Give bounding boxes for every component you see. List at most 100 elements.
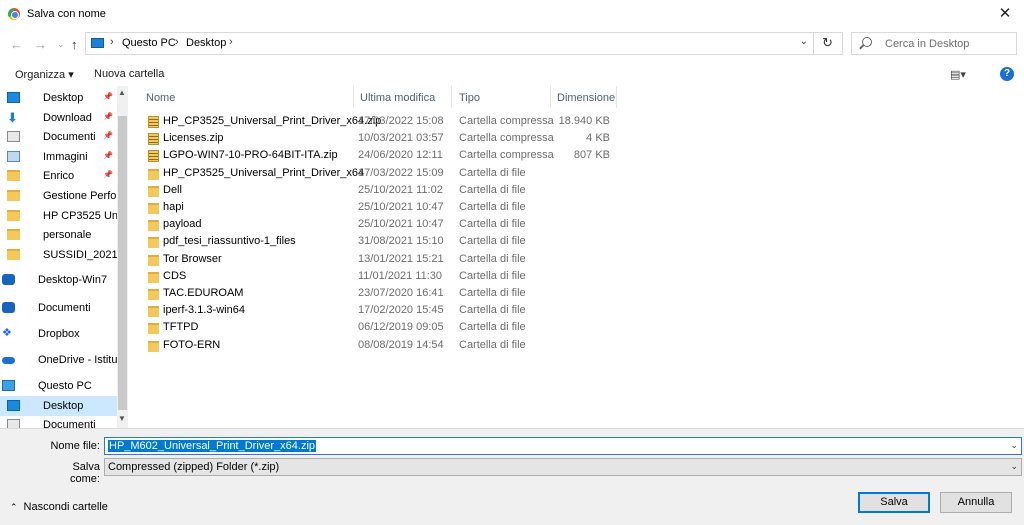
file-type: Cartella di file (459, 183, 526, 196)
file-modified: 10/03/2021 03:57 (358, 132, 444, 145)
file-modified: 23/07/2020 16:41 (358, 287, 444, 299)
file-name: Dell (163, 183, 182, 196)
sidebar-item[interactable]: Questo PC (0, 376, 117, 396)
sidebar-item-label: SUSSIDI_2021 (43, 249, 118, 261)
file-size: 18.940 KB (558, 115, 610, 127)
folder-icon (148, 185, 159, 197)
sidebar-item[interactable]: ❖ Dropbox (0, 324, 117, 344)
filename-label: Nome file: (50, 440, 100, 452)
file-row[interactable]: iperf-3.1.3-win64 17/02/2020 15:45 Cartell… (142, 302, 622, 319)
file-row[interactable]: LGPO-WIN7-10-PRO-64BIT-ITA.zip 24/06/2020… (142, 147, 622, 164)
desktop-icon (7, 400, 20, 411)
save-button[interactable]: Salva (858, 492, 930, 513)
file-row[interactable]: hapi 25/10/2021 10:47 Cartella di file (142, 199, 622, 216)
file-type: Cartella di file (459, 338, 526, 351)
zip-folder-icon (148, 116, 159, 128)
save-type-label: Salva come: (70, 461, 100, 485)
chevron-down-icon[interactable]: ⌄ (1010, 461, 1018, 472)
breadcrumb-separator-icon: › (110, 36, 114, 48)
folder-icon (7, 210, 20, 221)
file-row[interactable]: CDS 11/01/2021 11:30 Cartella di file (142, 268, 622, 285)
file-row[interactable]: Dell 25/10/2021 11:02 Cartella di file (142, 182, 622, 199)
sidebar-item[interactable]: Desktop (0, 396, 117, 416)
chevron-down-icon[interactable]: ⌄ (800, 36, 808, 47)
file-type: Cartella di file (459, 235, 526, 248)
file-row[interactable]: Licenses.zip 10/03/2021 03:57 Cartella com… (142, 130, 622, 147)
sidebar-item-label: personale (43, 229, 92, 241)
filename-input[interactable]: HP_M602_Universal_Print_Driver_x64.zip ⌄ (104, 437, 1022, 455)
folder-icon (148, 237, 159, 249)
sidebar-item[interactable]: Desktop-Win7 (0, 270, 117, 290)
help-icon[interactable]: ? (1000, 67, 1014, 81)
file-name: HP_CP3525_Universal_Print_Driver_x64 (163, 166, 365, 179)
chevron-down-icon[interactable]: ⌄ (1010, 440, 1018, 451)
file-name: FOTO-ERN (163, 338, 221, 351)
sidebar-item[interactable]: Enrico 📌 (0, 166, 117, 186)
scroll-up-icon[interactable]: ▲ (118, 88, 126, 97)
cloud-drive-icon (2, 274, 15, 285)
column-header-modified[interactable]: Ultima modifica (360, 86, 435, 108)
column-header-name[interactable]: Nome (146, 86, 175, 108)
sidebar-item-label: Questo PC (38, 380, 92, 392)
sidebar-item[interactable]: Gestione Perform (0, 186, 123, 206)
sidebar-scrollbar[interactable]: ▲ ▼ (117, 86, 128, 428)
file-row[interactable]: pdf_tesi_riassuntivo-1_files 31/08/2021 1… (142, 233, 622, 250)
sidebar-item[interactable]: OneDrive - Istituto (0, 350, 118, 370)
file-type: Cartella compressa (459, 132, 554, 145)
new-folder-button[interactable]: Nuova cartella (94, 68, 164, 80)
organize-button[interactable]: Organizza ▾ (15, 68, 74, 81)
up-button[interactable]: ↑ (71, 37, 78, 52)
cloud-drive-icon (2, 302, 15, 313)
breadcrumb-desktop[interactable]: Desktop (186, 37, 226, 49)
file-modified: 25/10/2021 10:47 (358, 218, 444, 231)
sidebar-item[interactable]: Documenti 📌 (0, 127, 117, 147)
sidebar-item[interactable]: ⬇ Download 📌 (0, 108, 117, 128)
file-name: TFTPD (163, 321, 199, 334)
sidebar-item[interactable]: Immagini 📌 (0, 147, 117, 167)
file-row[interactable]: TFTPD 06/12/2019 09:05 Cartella di file (142, 319, 622, 336)
search-input[interactable]: Cerca in Desktop (851, 32, 1017, 55)
hide-folders-button[interactable]: ⌃ Nascondi cartelle (10, 501, 108, 513)
file-row[interactable]: HP_CP3525_Universal_Print_Driver_x64.zip… (142, 113, 622, 130)
sidebar-item[interactable]: personale (0, 225, 117, 245)
this-pc-icon (91, 38, 104, 48)
column-header-size[interactable]: Dimensione (557, 86, 615, 108)
file-modified: 06/12/2019 09:05 (358, 321, 444, 334)
view-options-icon[interactable]: ▤▾ (950, 68, 966, 81)
file-row[interactable]: TAC.EDUROAM 23/07/2020 16:41 Cartella di f… (142, 285, 622, 302)
pin-icon: 📌 (103, 151, 113, 160)
back-button[interactable]: ← (10, 37, 23, 52)
forward-button[interactable]: → (34, 37, 47, 52)
file-name: Licenses.zip (163, 132, 224, 145)
filename-value: HP_M602_Universal_Print_Driver_x64.zip (108, 440, 317, 452)
this-pc-icon (2, 380, 15, 391)
breadcrumb-questo-pc[interactable]: Questo PC (122, 37, 176, 49)
chevron-up-icon: ⌃ (10, 502, 18, 512)
scroll-down-icon[interactable]: ▼ (118, 414, 126, 423)
folder-icon (148, 203, 159, 214)
sidebar-item[interactable]: Documenti (0, 415, 117, 428)
zip-folder-icon (148, 150, 159, 163)
search-icon (862, 37, 872, 47)
sidebar-item[interactable]: Documenti (0, 298, 117, 318)
recent-locations-button[interactable]: ⌄ (57, 39, 65, 50)
file-row[interactable]: HP_CP3525_Universal_Print_Driver_x64 17/0… (142, 165, 622, 182)
cancel-button[interactable]: Annulla (940, 492, 1012, 513)
refresh-icon[interactable]: ↻ (822, 35, 833, 51)
sidebar-item[interactable]: Desktop 📌 (0, 88, 117, 108)
sidebar-item-label: Gestione Perform (43, 190, 123, 202)
chrome-icon (8, 8, 20, 20)
file-row[interactable]: payload 25/10/2021 10:47 Cartella di file (142, 216, 622, 233)
pin-icon: 📌 (103, 170, 113, 179)
sidebar-item-label: Desktop-Win7 (38, 274, 108, 286)
address-bar[interactable]: › Questo PC › Desktop › ⌄ ↻ (85, 32, 843, 55)
file-row[interactable]: Tor Browser 13/01/2021 15:21 Cartella di f… (142, 251, 622, 268)
column-header-type[interactable]: Tipo (459, 86, 480, 108)
sidebar-item[interactable]: HP CP3525 Univ (0, 206, 123, 226)
sidebar-item[interactable]: SUSSIDI_2021 (0, 245, 118, 265)
close-button[interactable]: ✕ (986, 0, 1024, 28)
scrollbar-thumb[interactable] (118, 116, 127, 410)
file-row[interactable]: FOTO-ERN 08/08/2019 14:54 Cartella di file (142, 337, 622, 354)
folder-icon (148, 289, 159, 300)
save-type-select[interactable]: Compressed (zipped) Folder (*.zip) ⌄ (104, 458, 1022, 476)
